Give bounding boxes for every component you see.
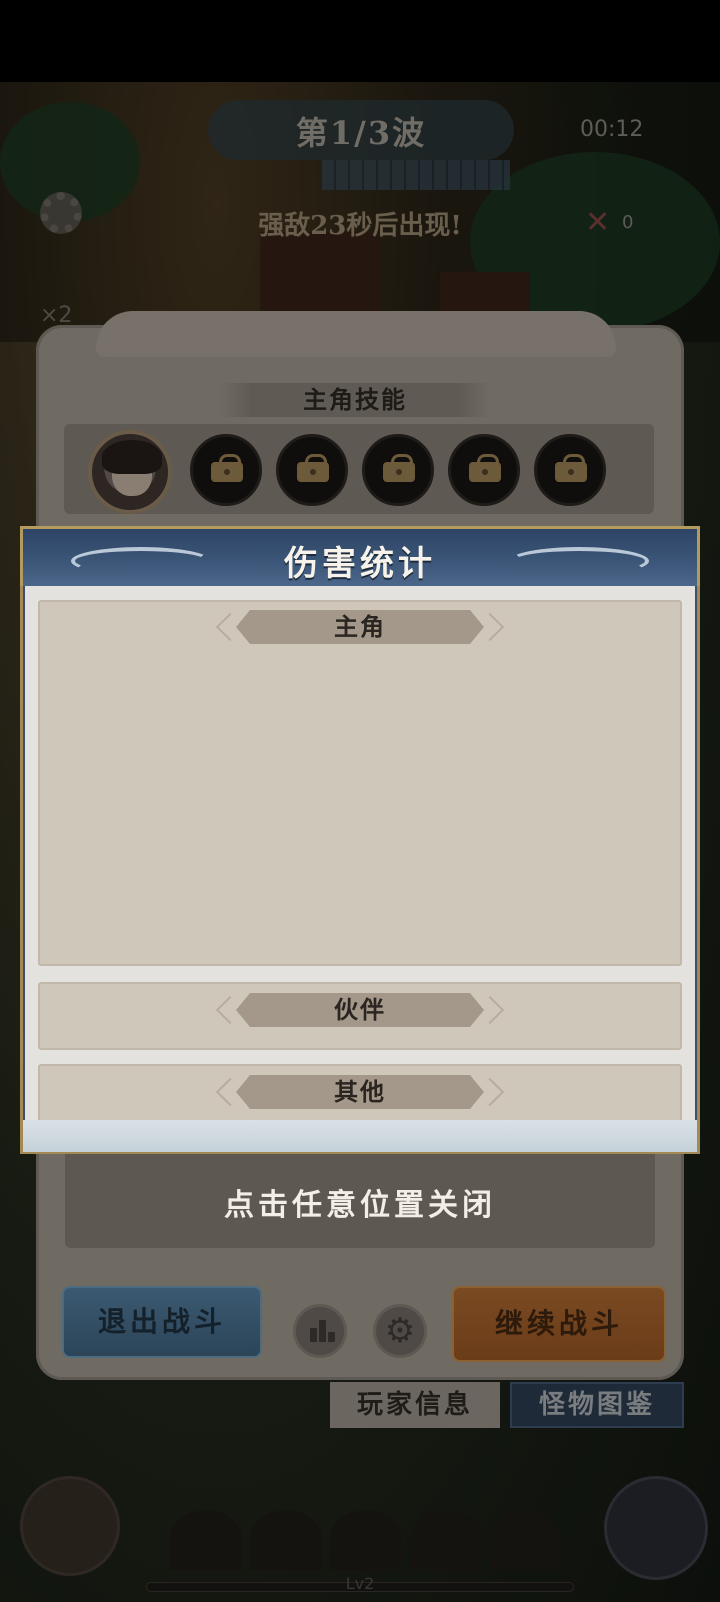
section-header-partner: 伙伴 [215, 993, 505, 1027]
tab-monster-codex[interactable]: 怪物图鉴 [510, 1382, 684, 1428]
gear-icon[interactable] [40, 192, 82, 234]
level-text: Lv2 [345, 1574, 375, 1593]
bar-chart-icon[interactable] [293, 1304, 347, 1358]
settings-gear-icon[interactable]: ⚙ [373, 1304, 427, 1358]
skill-slot-5[interactable] [534, 434, 606, 506]
panel-cloud-decoration [96, 311, 616, 357]
bar [328, 1332, 335, 1342]
skill-slot-4[interactable] [448, 434, 520, 506]
modal-bottom-decoration [23, 1120, 697, 1152]
lock-icon [211, 454, 243, 482]
section-label: 其他 [334, 1077, 386, 1106]
section-label: 伙伴 [334, 995, 386, 1024]
enemy-notice: 强敌23秒后出现! [258, 211, 462, 241]
hud-slot[interactable] [410, 1510, 482, 1570]
exit-battle-button[interactable]: 退出战斗 [62, 1286, 262, 1358]
kill-count: 0 [622, 212, 634, 233]
bar [319, 1320, 326, 1342]
section-label: 主角 [334, 612, 386, 641]
lock-icon [469, 454, 501, 482]
hud-slot[interactable] [490, 1510, 562, 1570]
modal-title: 伤害统计 [284, 544, 436, 584]
wave-text: 第1/3波 [295, 114, 427, 152]
section-main-hero [38, 600, 682, 966]
hero-portrait[interactable] [604, 1476, 708, 1580]
crossed-swords-icon: ✕ [585, 205, 611, 240]
continue-battle-button[interactable]: 继续战斗 [452, 1286, 666, 1362]
skill-slot-1[interactable] [190, 434, 262, 506]
hud-slot[interactable] [330, 1510, 402, 1570]
hud-slot[interactable] [170, 1510, 242, 1570]
tab-player-info[interactable]: 玩家信息 [330, 1382, 500, 1428]
pet-portrait[interactable] [20, 1476, 120, 1576]
skill-slot-2[interactable] [276, 434, 348, 506]
battle-timer: 00:12 [580, 117, 644, 142]
lock-icon [555, 454, 587, 482]
skills-title: 主角技能 [303, 385, 407, 414]
hud-slot[interactable] [250, 1510, 322, 1570]
lock-icon [297, 454, 329, 482]
close-hint-text: 点击任意位置关闭 [224, 1188, 496, 1223]
avatar-hair [102, 440, 162, 474]
section-header-main-hero: 主角 [215, 610, 505, 644]
section-header-other: 其他 [215, 1075, 505, 1109]
lock-icon [383, 454, 415, 482]
skill-slot-3[interactable] [362, 434, 434, 506]
hero-avatar[interactable] [88, 430, 172, 514]
wave-progress [322, 160, 510, 190]
bar [310, 1328, 317, 1342]
